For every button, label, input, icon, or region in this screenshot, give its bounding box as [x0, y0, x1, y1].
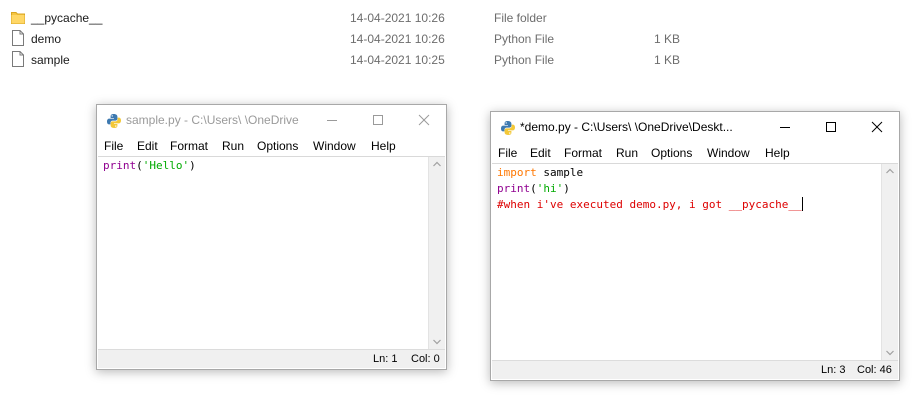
column-number: Col: 46 — [857, 364, 892, 376]
code-editor[interactable]: print('Hello') — [98, 156, 445, 349]
menu-file[interactable]: File — [498, 146, 517, 160]
builtin-token: print — [497, 182, 531, 195]
menu-help[interactable]: Help — [371, 139, 396, 153]
folder-icon — [11, 12, 25, 24]
identifier-token: sample — [536, 166, 584, 179]
paren-token: ( — [136, 159, 143, 172]
code-text-area[interactable]: print('Hello') — [98, 157, 428, 349]
comment-token: #when i've executed demo.py, i got __pyc… — [497, 198, 802, 211]
file-size: 1 KB — [653, 32, 680, 46]
maximize-button[interactable] — [355, 105, 401, 135]
file-row-sample[interactable]: sample 14-04-2021 10:25 Python File 1 KB — [0, 49, 915, 70]
code-line-2: print('hi') — [497, 181, 570, 197]
close-icon — [871, 121, 883, 133]
code-text-area[interactable]: import sample print('hi') #when i've exe… — [492, 164, 881, 360]
menu-bar: File Edit Format Run Options Window Help — [97, 136, 446, 156]
builtin-token: print — [103, 159, 137, 172]
paren-token: ) — [563, 182, 570, 195]
menu-window[interactable]: Window — [313, 139, 356, 153]
paren-token: ( — [530, 182, 537, 195]
file-name: __pycache__ — [31, 11, 103, 25]
string-token: 'hi' — [536, 182, 564, 195]
menu-edit[interactable]: Edit — [530, 146, 551, 160]
python-icon — [107, 114, 121, 128]
maximize-icon — [826, 122, 836, 132]
window-title: sample.py - C:\Users\ \OneDrive — [126, 113, 299, 127]
menu-edit[interactable]: Edit — [137, 139, 158, 153]
file-date: 14-04-2021 10:26 — [350, 32, 445, 46]
vertical-scrollbar[interactable] — [428, 157, 445, 349]
menu-options[interactable]: Options — [651, 146, 692, 160]
file-icon — [12, 30, 24, 46]
menu-run[interactable]: Run — [616, 146, 638, 160]
file-row-demo[interactable]: demo 14-04-2021 10:26 Python File 1 KB — [0, 28, 915, 49]
file-date: 14-04-2021 10:25 — [350, 53, 445, 67]
file-type: Python File — [494, 32, 555, 46]
vertical-scrollbar[interactable] — [881, 164, 898, 360]
status-bar: Ln: 3 Col: 46 — [492, 360, 898, 379]
code-line-1: print('Hello') — [103, 158, 196, 174]
title-bar[interactable]: *demo.py - C:\Users\ \OneDrive\Deskt... — [491, 112, 899, 142]
menu-bar: File Edit Format Run Options Window Help — [491, 143, 899, 163]
code-line-3: #when i've executed demo.py, i got __pyc… — [497, 197, 803, 213]
menu-help[interactable]: Help — [765, 146, 790, 160]
text-cursor — [801, 197, 803, 211]
scroll-up-icon[interactable] — [433, 161, 441, 167]
column-number: Col: 0 — [411, 353, 440, 365]
minimize-icon — [327, 120, 337, 121]
title-bar[interactable]: sample.py - C:\Users\ \OneDrive — [97, 105, 446, 135]
menu-file[interactable]: File — [104, 139, 123, 153]
code-editor[interactable]: import sample print('hi') #when i've exe… — [492, 163, 898, 360]
file-icon — [12, 51, 24, 67]
menu-format[interactable]: Format — [170, 139, 208, 153]
file-row-pycache[interactable]: __pycache__ 14-04-2021 10:26 File folder — [0, 7, 915, 28]
keyword-token: import — [497, 166, 537, 179]
maximize-icon — [373, 115, 383, 125]
maximize-button[interactable] — [808, 112, 854, 142]
menu-format[interactable]: Format — [564, 146, 602, 160]
file-name: sample — [31, 53, 70, 67]
paren-token: ) — [189, 159, 196, 172]
line-number: Ln: 1 — [373, 353, 398, 365]
python-icon — [501, 121, 515, 135]
scroll-down-icon[interactable] — [433, 339, 441, 345]
file-name: demo — [31, 32, 62, 46]
minimize-icon — [780, 127, 790, 128]
minimize-button[interactable] — [309, 105, 355, 135]
close-button[interactable] — [401, 105, 447, 135]
file-type: File folder — [494, 11, 547, 25]
menu-options[interactable]: Options — [257, 139, 298, 153]
minimize-button[interactable] — [762, 112, 808, 142]
line-number: Ln: 3 — [821, 364, 846, 376]
file-type: Python File — [494, 53, 555, 67]
scroll-up-icon[interactable] — [886, 168, 894, 174]
window-title: *demo.py - C:\Users\ \OneDrive\Deskt... — [520, 120, 733, 134]
menu-window[interactable]: Window — [707, 146, 750, 160]
code-line-1: import sample — [497, 165, 583, 181]
menu-run[interactable]: Run — [222, 139, 244, 153]
file-date: 14-04-2021 10:26 — [350, 11, 445, 25]
close-button[interactable] — [854, 112, 900, 142]
status-bar: Ln: 1 Col: 0 — [98, 349, 445, 368]
scroll-down-icon[interactable] — [886, 350, 894, 356]
string-token: 'Hello' — [142, 159, 190, 172]
close-icon — [418, 114, 430, 126]
sample-editor-window: sample.py - C:\Users\ \OneDrive File Edi… — [96, 104, 447, 370]
file-size: 1 KB — [653, 53, 680, 67]
demo-editor-window: *demo.py - C:\Users\ \OneDrive\Deskt... … — [490, 111, 900, 381]
